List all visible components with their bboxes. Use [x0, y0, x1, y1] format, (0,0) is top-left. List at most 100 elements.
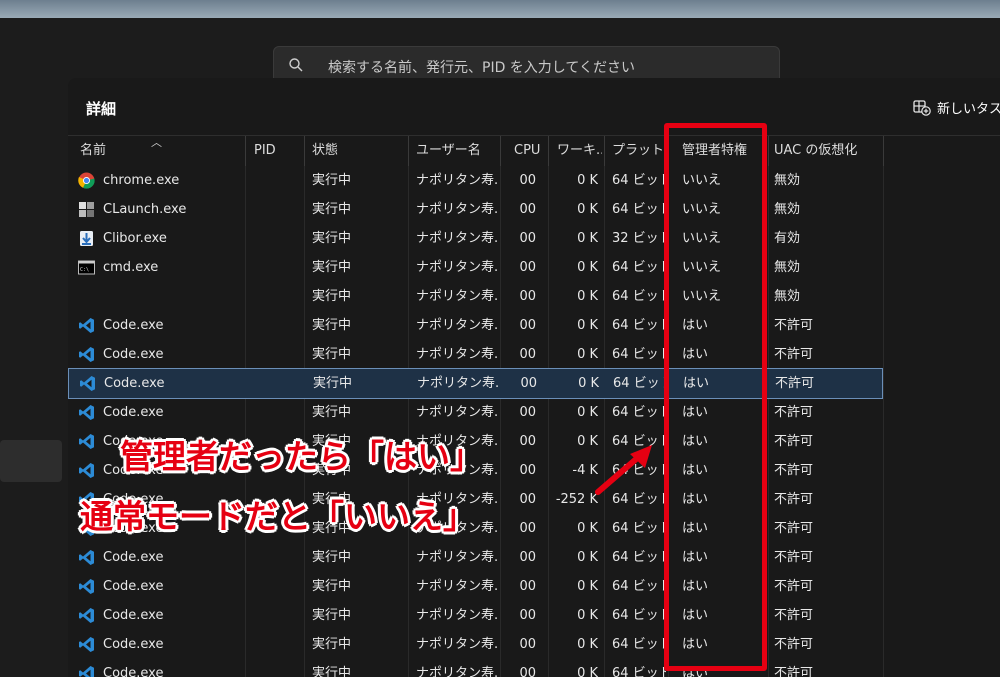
vscode-icon — [78, 317, 95, 334]
cell-platform: 64 ビット — [612, 405, 666, 420]
vscode-icon — [78, 665, 95, 677]
cell-uac-virtualization: 無効 — [774, 260, 801, 275]
cell-name: Code.exe — [103, 550, 164, 565]
vscode-icon — [78, 549, 95, 566]
cmd-icon: C:\ — [78, 259, 95, 276]
cell-pid — [254, 398, 302, 427]
column-header-username[interactable]: ユーザー名 — [416, 136, 501, 166]
cell-platform: 64 ビット — [612, 550, 666, 565]
cell-status: 実行中 — [312, 579, 352, 594]
cell-cpu: 00 — [519, 550, 536, 565]
search-icon — [289, 58, 303, 72]
cell-uac-virtualization: 不許可 — [774, 608, 814, 623]
cell-status: 実行中 — [312, 231, 352, 246]
cell-working-set: 0 K — [577, 289, 598, 304]
column-header-cpu[interactable]: CPU — [514, 136, 544, 166]
cell-name: Clibor.exe — [103, 231, 167, 246]
column-header-uac-virtualization[interactable]: UAC の仮想化 — [774, 136, 880, 166]
annotation-admin-yes: 管理者だったら「はい」 — [120, 437, 483, 476]
cell-cpu: 00 — [519, 666, 536, 677]
cell-uac-virtualization: 不許可 — [774, 463, 814, 478]
cell-status: 実行中 — [312, 550, 352, 565]
cell-cpu: 00 — [519, 608, 536, 623]
cell-cpu: 00 — [519, 492, 536, 507]
cell-username: ナポリタン寿... — [416, 347, 498, 362]
cell-working-set: 0 K — [577, 579, 598, 594]
cell-uac-virtualization: 無効 — [774, 173, 801, 188]
cell-cpu: 00 — [519, 347, 536, 362]
cell-name: Code.exe — [103, 405, 164, 420]
cell-uac-virtualization: 無効 — [774, 289, 801, 304]
cell-name: Code.exe — [103, 666, 164, 677]
cell-cpu: 00 — [519, 231, 536, 246]
cell-uac-virtualization: 不許可 — [774, 318, 814, 333]
cell-cpu: 00 — [520, 376, 537, 391]
cell-platform: 32 ビット — [612, 231, 666, 246]
cell-cpu: 00 — [519, 289, 536, 304]
cell-username: ナポリタン寿... — [416, 608, 498, 623]
cell-pid — [254, 543, 302, 572]
cell-platform: 64 ビット — [612, 289, 666, 304]
cell-name: Code.exe — [103, 608, 164, 623]
cell-name: chrome.exe — [103, 173, 180, 188]
cell-uac-virtualization: 不許可 — [774, 347, 814, 362]
cell-name: cmd.exe — [103, 260, 159, 275]
cell-working-set: 0 K — [577, 550, 598, 565]
cell-pid — [254, 224, 302, 253]
cell-platform: 64 ビット — [612, 318, 666, 333]
column-header-status[interactable]: 状態 — [312, 136, 402, 166]
cell-uac-virtualization: 不許可 — [774, 666, 814, 677]
column-header-platform[interactable]: プラット... — [612, 136, 666, 166]
cell-status: 実行中 — [312, 405, 352, 420]
cell-pid — [254, 659, 302, 677]
column-header-working-set[interactable]: ワーキ... — [557, 136, 602, 166]
cell-working-set: 0 K — [577, 405, 598, 420]
cell-pid — [254, 572, 302, 601]
cell-uac-virtualization: 不許可 — [775, 376, 815, 391]
window-titlebar — [0, 0, 1000, 18]
column-header-name[interactable]: 名前 — [80, 136, 240, 166]
cell-username: ナポリタン寿... — [416, 202, 498, 217]
cell-pid — [255, 369, 303, 398]
cell-status: 実行中 — [312, 666, 352, 677]
cell-status: 実行中 — [312, 637, 352, 652]
chrome-icon — [78, 172, 95, 189]
cell-username: ナポリタン寿... — [416, 318, 498, 333]
cell-status: 実行中 — [312, 318, 352, 333]
cell-working-set: 0 K — [577, 231, 598, 246]
cell-username: ナポリタン寿... — [416, 231, 498, 246]
new-task-button[interactable]: 新しいタスク — [913, 98, 1000, 117]
vscode-icon — [78, 404, 95, 421]
cell-platform: 64 ビット — [612, 666, 666, 677]
cell-working-set: 0 K — [577, 608, 598, 623]
column-header-pid[interactable]: PID — [254, 136, 304, 166]
cell-uac-virtualization: 有効 — [774, 231, 801, 246]
cell-pid — [254, 195, 302, 224]
cell-platform: 64 ビット — [612, 260, 666, 275]
cell-pid — [254, 311, 302, 340]
cell-pid — [254, 282, 302, 311]
details-panel: 詳細 新しいタスク ︿ 名前 PID 状態 ユーザー名 CPU ワーキ... プ… — [68, 78, 1000, 677]
left-navigation — [0, 78, 68, 677]
cell-cpu: 00 — [519, 318, 536, 333]
cell-cpu: 00 — [519, 173, 536, 188]
cell-uac-virtualization: 不許可 — [774, 492, 814, 507]
cell-username: ナポリタン寿... — [416, 666, 498, 677]
cell-name: Code.exe — [103, 637, 164, 652]
cell-username: ナポリタン寿... — [416, 579, 498, 594]
cell-cpu: 00 — [519, 463, 536, 478]
vscode-icon — [78, 346, 95, 363]
annotation-arrow — [595, 445, 652, 495]
cell-working-set: 0 K — [578, 376, 599, 391]
cell-status: 実行中 — [312, 608, 352, 623]
nav-item-selected[interactable] — [0, 440, 62, 482]
new-task-label: 新しいタスク — [937, 102, 1000, 117]
cell-name: Code.exe — [103, 347, 164, 362]
cell-cpu: 00 — [519, 260, 536, 275]
cell-username: ナポリタン寿... — [416, 260, 498, 275]
cell-name: Code.exe — [103, 579, 164, 594]
cell-name: CLaunch.exe — [103, 202, 187, 217]
cell-name: Code.exe — [103, 318, 164, 333]
cell-username: ナポリタン寿... — [417, 376, 499, 391]
cell-working-set: 0 K — [577, 173, 598, 188]
